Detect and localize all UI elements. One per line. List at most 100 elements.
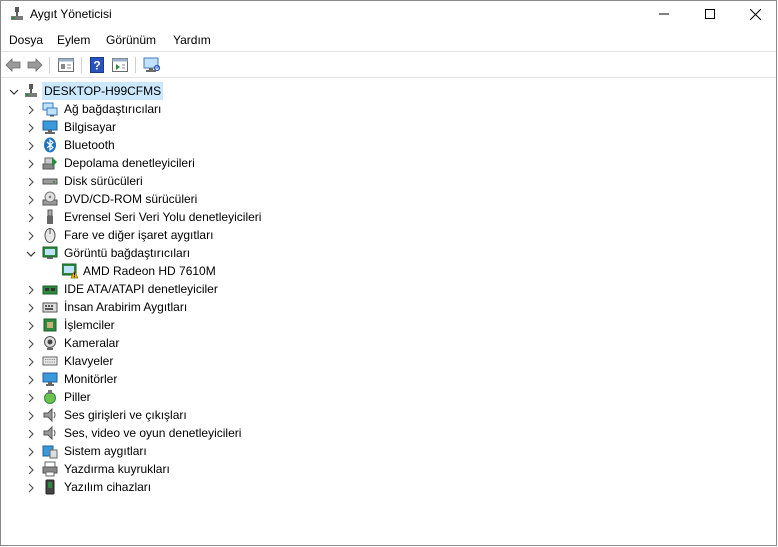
tree-category-node[interactable]: Sistem aygıtları: [1, 442, 401, 460]
audio-io-icon: [42, 407, 58, 423]
maximize-button[interactable]: [687, 1, 733, 27]
tree-category-node[interactable]: IDE ATA/ATAPI denetleyiciler: [1, 280, 401, 298]
mouse-icon: [42, 227, 58, 243]
properties-icon[interactable]: [56, 55, 76, 75]
menu-gorunum[interactable]: Görünüm: [106, 33, 156, 47]
chevron-right-icon[interactable]: [26, 482, 36, 493]
usb-icon: [42, 209, 58, 225]
tree-category-node[interactable]: Ağ bağdaştırıcıları: [1, 100, 401, 118]
tree-category-label: Evrensel Seri Veri Yolu denetleyicileri: [64, 210, 262, 224]
tree-category-label: Fare ve diğer işaret aygıtları: [64, 228, 214, 242]
back-button[interactable]: [3, 55, 23, 75]
tree-device-label: AMD Radeon HD 7610M: [83, 264, 216, 278]
tree-category-node[interactable]: İşlemciler: [1, 316, 401, 334]
tree-category-label: Monitörler: [64, 372, 118, 386]
tree-category-node[interactable]: Evrensel Seri Veri Yolu denetleyicileri: [1, 208, 401, 226]
tree-category-node[interactable]: Klavyeler: [1, 352, 401, 370]
chevron-right-icon[interactable]: [26, 392, 36, 403]
chevron-right-icon[interactable]: [26, 464, 36, 475]
tree-category-node[interactable]: Kameralar: [1, 334, 401, 352]
device-tree: DESKTOP-H99CFMS Ağ bağdaştırıcıları Bilgi…: [1, 81, 777, 543]
tree-category-node[interactable]: Bluetooth: [1, 136, 401, 154]
tree-category-label: DVD/CD-ROM sürücüleri: [64, 192, 198, 206]
device-manager-window: Aygıt Yöneticisi Dosya Eylem Görünüm Yar…: [0, 0, 777, 546]
tree-category-label: Disk sürücüleri: [64, 174, 143, 188]
chevron-right-icon[interactable]: [26, 374, 36, 385]
tree-category-label: Klavyeler: [64, 354, 114, 368]
tree-category-node[interactable]: İnsan Arabirim Aygıtları: [1, 298, 401, 316]
title-bar: Aygıt Yöneticisi: [1, 1, 776, 27]
tree-category-label: Görüntü bağdaştırıcıları: [64, 246, 191, 260]
chevron-right-icon[interactable]: [26, 212, 36, 223]
tree-category-label: Kameralar: [64, 336, 120, 350]
chevron-right-icon[interactable]: [26, 338, 36, 349]
chevron-down-icon[interactable]: [9, 86, 19, 96]
software-device-icon: [42, 479, 58, 495]
tree-category-node[interactable]: DVD/CD-ROM sürücüleri: [1, 190, 401, 208]
chevron-right-icon[interactable]: [26, 428, 36, 439]
tree-category-node[interactable]: Fare ve diğer işaret aygıtları: [1, 226, 401, 244]
chevron-right-icon[interactable]: [26, 284, 36, 295]
tree-category-node[interactable]: Yazılım cihazları: [1, 478, 401, 496]
tree-category-node[interactable]: Yazdırma kuyrukları: [1, 460, 401, 478]
close-button[interactable]: [732, 1, 778, 27]
tree-category-label: Depolama denetleyicileri: [64, 156, 195, 170]
sound-controller-icon: [42, 425, 58, 441]
chevron-right-icon[interactable]: [26, 302, 36, 313]
help-icon[interactable]: ?: [87, 55, 107, 75]
svg-text:?: ?: [93, 59, 100, 73]
tree-category-node[interactable]: Görüntü bağdaştırıcıları: [1, 244, 401, 262]
chevron-right-icon[interactable]: [26, 122, 36, 133]
toolbar: ?: [1, 53, 776, 77]
tree-device-node[interactable]: AMD Radeon HD 7610M: [1, 262, 401, 280]
scan-hardware-icon[interactable]: [142, 55, 162, 75]
tree-category-node[interactable]: Piller: [1, 388, 401, 406]
camera-icon: [42, 335, 58, 351]
bluetooth-icon: [42, 137, 58, 153]
tree-category-node[interactable]: Depolama denetleyicileri: [1, 154, 401, 172]
tree-root-node[interactable]: DESKTOP-H99CFMS: [1, 82, 301, 100]
menu-dosya[interactable]: Dosya: [9, 33, 43, 47]
warning-icon: [61, 263, 79, 279]
window-title: Aygıt Yöneticisi: [30, 7, 112, 21]
tree-category-node[interactable]: Disk sürücüleri: [1, 172, 401, 190]
chevron-right-icon[interactable]: [26, 140, 36, 151]
chevron-right-icon[interactable]: [26, 158, 36, 169]
tree-category-label: Ağ bağdaştırıcıları: [64, 102, 162, 116]
tree-category-label: Yazdırma kuyrukları: [64, 462, 170, 476]
tree-category-label: İnsan Arabirim Aygıtları: [64, 300, 188, 314]
chevron-right-icon[interactable]: [26, 230, 36, 241]
chevron-down-icon[interactable]: [26, 248, 36, 258]
tree-category-label: Ses girişleri ve çıkışları: [64, 408, 187, 422]
chevron-right-icon[interactable]: [26, 194, 36, 205]
menu-eylem[interactable]: Eylem: [57, 33, 90, 47]
hid-icon: [42, 299, 58, 315]
chevron-right-icon[interactable]: [26, 104, 36, 115]
ide-controller-icon: [42, 281, 58, 297]
chevron-right-icon[interactable]: [26, 320, 36, 331]
print-queue-icon: [42, 461, 58, 477]
tree-category-label: Bluetooth: [64, 138, 115, 152]
chevron-right-icon[interactable]: [26, 176, 36, 187]
storage-controller-icon: [42, 155, 58, 171]
chevron-right-icon[interactable]: [26, 410, 36, 421]
toolbar-separator: [81, 57, 82, 73]
battery-icon: [42, 389, 58, 405]
display-adapter-icon: [42, 245, 58, 261]
minimize-button[interactable]: [641, 1, 687, 27]
tree-category-node[interactable]: Bilgisayar: [1, 118, 401, 136]
toolbar-separator-line: [1, 77, 776, 78]
tree-category-label: İşlemciler: [64, 318, 115, 332]
forward-button[interactable]: [25, 55, 45, 75]
tree-category-node[interactable]: Ses girişleri ve çıkışları: [1, 406, 401, 424]
show-hidden-icon[interactable]: [110, 55, 130, 75]
tree-category-node[interactable]: Ses, video ve oyun denetleyicileri: [1, 424, 401, 442]
toolbar-separator: [135, 57, 136, 73]
tree-category-node[interactable]: Monitörler: [1, 370, 401, 388]
tree-category-label: Yazılım cihazları: [64, 480, 152, 494]
processor-icon: [42, 317, 58, 333]
chevron-right-icon[interactable]: [26, 446, 36, 457]
chevron-right-icon[interactable]: [26, 356, 36, 367]
network-adapter-icon: [42, 101, 58, 117]
menu-yardim[interactable]: Yardım: [173, 33, 211, 47]
